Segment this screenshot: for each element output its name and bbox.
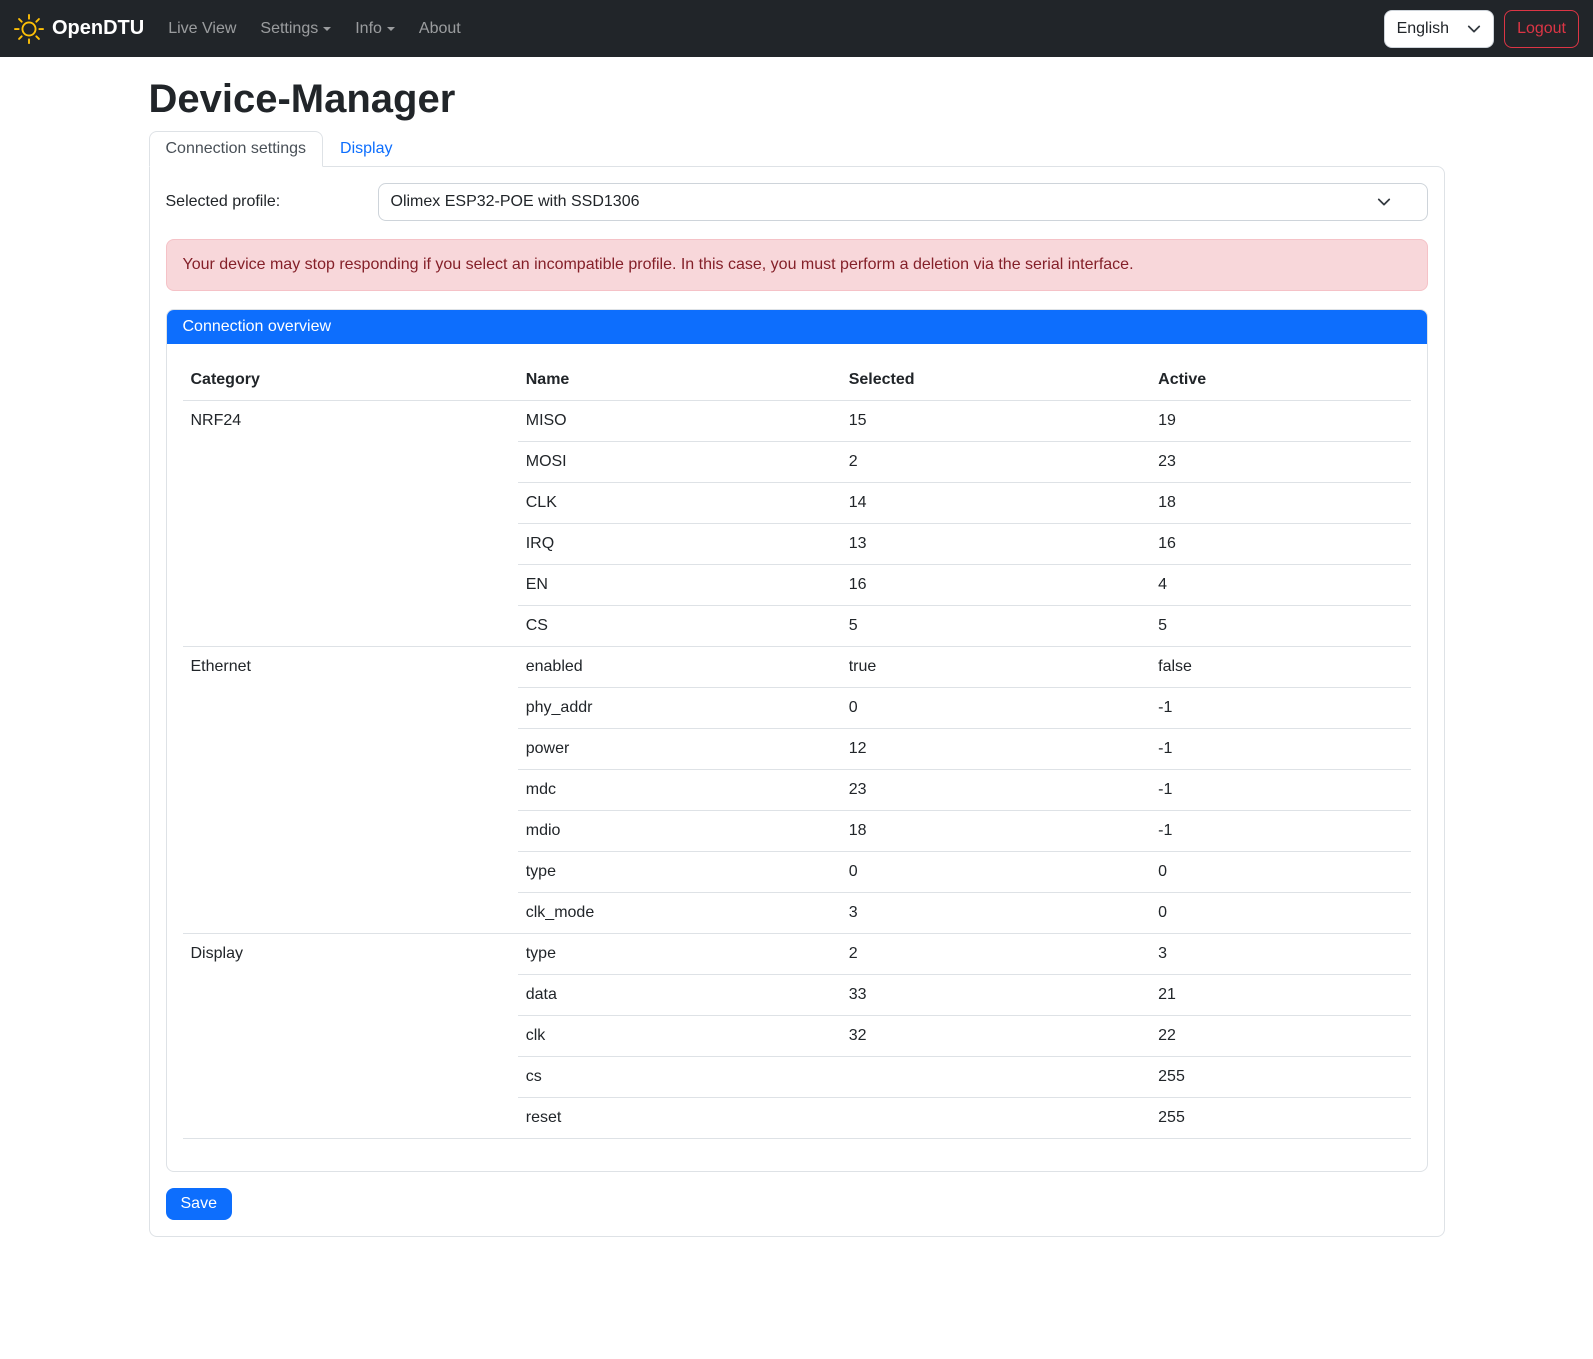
table-row: Displaytype23 [183, 934, 1411, 975]
selected-cell: true [841, 647, 1150, 688]
active-cell: 0 [1150, 852, 1410, 893]
active-cell: 21 [1150, 975, 1410, 1016]
active-cell: false [1150, 647, 1410, 688]
active-cell: -1 [1150, 729, 1410, 770]
active-cell: -1 [1150, 770, 1410, 811]
selected-cell: 23 [841, 770, 1150, 811]
active-cell: 255 [1150, 1057, 1410, 1098]
name-cell: cs [518, 1057, 841, 1098]
column-header-name: Name [518, 360, 841, 401]
profile-select-value: Olimex ESP32-POE with SSD1306 [391, 193, 640, 211]
name-cell: type [518, 934, 841, 975]
category-cell: NRF24 [183, 401, 518, 647]
name-cell: CS [518, 606, 841, 647]
table-header-row: Category Name Selected Active [183, 360, 1411, 401]
selected-cell: 16 [841, 565, 1150, 606]
brand-link[interactable]: OpenDTU [14, 14, 144, 44]
active-cell: 255 [1150, 1098, 1410, 1139]
logout-button[interactable]: Logout [1504, 10, 1579, 48]
active-cell: -1 [1150, 811, 1410, 852]
save-button[interactable]: Save [166, 1188, 232, 1220]
name-cell: CLK [518, 483, 841, 524]
active-cell: 0 [1150, 893, 1410, 934]
active-cell: 4 [1150, 565, 1410, 606]
column-header-selected: Selected [841, 360, 1150, 401]
caret-down-icon [387, 27, 395, 31]
active-cell: 22 [1150, 1016, 1410, 1057]
name-cell: clk [518, 1016, 841, 1057]
selected-cell: 33 [841, 975, 1150, 1016]
name-cell: type [518, 852, 841, 893]
name-cell: MOSI [518, 442, 841, 483]
nav-item-info[interactable]: Info [347, 12, 403, 46]
overview-table-body: NRF24MISO1519MOSI223CLK1418IRQ1316EN164C… [183, 401, 1411, 1139]
selected-cell: 12 [841, 729, 1150, 770]
category-cell: Ethernet [183, 647, 518, 934]
name-cell: mdc [518, 770, 841, 811]
selected-cell: 2 [841, 934, 1150, 975]
navbar: OpenDTU Live View Settings Info About En… [0, 0, 1593, 57]
active-cell: 5 [1150, 606, 1410, 647]
active-cell: 19 [1150, 401, 1410, 442]
brand-label: OpenDTU [52, 17, 144, 40]
caret-down-icon [323, 27, 331, 31]
connection-overview-card: Connection overview Category Name Select… [166, 309, 1428, 1172]
profile-row: Selected profile: Olimex ESP32-POE with … [166, 183, 1428, 221]
tab-display[interactable]: Display [323, 131, 409, 167]
connection-overview-table: Category Name Selected Active NRF24MISO1… [183, 360, 1411, 1139]
selected-cell: 18 [841, 811, 1150, 852]
profile-select[interactable]: Olimex ESP32-POE with SSD1306 [378, 183, 1428, 221]
tab-bar: Connection settings Display [149, 131, 1445, 166]
name-cell: power [518, 729, 841, 770]
tab-content-card: Selected profile: Olimex ESP32-POE with … [149, 166, 1445, 1237]
chevron-down-icon [1377, 195, 1391, 209]
selected-cell [841, 1098, 1150, 1139]
name-cell: reset [518, 1098, 841, 1139]
name-cell: clk_mode [518, 893, 841, 934]
profile-label: Selected profile: [166, 193, 378, 211]
connection-overview-header: Connection overview [167, 310, 1427, 344]
active-cell: 23 [1150, 442, 1410, 483]
nav-item-settings[interactable]: Settings [252, 12, 339, 46]
table-row: NRF24MISO1519 [183, 401, 1411, 442]
active-cell: -1 [1150, 688, 1410, 729]
name-cell: data [518, 975, 841, 1016]
active-cell: 16 [1150, 524, 1410, 565]
sun-icon [14, 14, 44, 44]
selected-cell: 2 [841, 442, 1150, 483]
nav-links: Live View Settings Info About [160, 12, 1383, 46]
name-cell: MISO [518, 401, 841, 442]
table-row: Ethernetenabledtruefalse [183, 647, 1411, 688]
chevron-down-icon [1467, 22, 1481, 36]
connection-overview-body: Category Name Selected Active NRF24MISO1… [167, 344, 1427, 1171]
selected-cell: 32 [841, 1016, 1150, 1057]
selected-cell: 0 [841, 852, 1150, 893]
incompatible-profile-warning: Your device may stop responding if you s… [166, 239, 1428, 291]
selected-cell: 0 [841, 688, 1150, 729]
name-cell: phy_addr [518, 688, 841, 729]
name-cell: mdio [518, 811, 841, 852]
category-cell: Display [183, 934, 518, 1139]
active-cell: 18 [1150, 483, 1410, 524]
selected-cell [841, 1057, 1150, 1098]
nav-item-about[interactable]: About [411, 12, 469, 46]
selected-cell: 13 [841, 524, 1150, 565]
selected-cell: 5 [841, 606, 1150, 647]
selected-cell: 15 [841, 401, 1150, 442]
main-container: Device-Manager Connection settings Displ… [137, 77, 1457, 1237]
page-title: Device-Manager [149, 77, 1445, 122]
name-cell: IRQ [518, 524, 841, 565]
navbar-right: English Logout [1384, 10, 1579, 48]
name-cell: enabled [518, 647, 841, 688]
column-header-active: Active [1150, 360, 1410, 401]
active-cell: 3 [1150, 934, 1410, 975]
selected-cell: 3 [841, 893, 1150, 934]
selected-cell: 14 [841, 483, 1150, 524]
tab-connection-settings[interactable]: Connection settings [149, 131, 324, 167]
column-header-category: Category [183, 360, 518, 401]
name-cell: EN [518, 565, 841, 606]
language-select-value: English [1397, 20, 1449, 38]
language-select[interactable]: English [1384, 10, 1494, 48]
nav-item-live-view[interactable]: Live View [160, 12, 244, 46]
